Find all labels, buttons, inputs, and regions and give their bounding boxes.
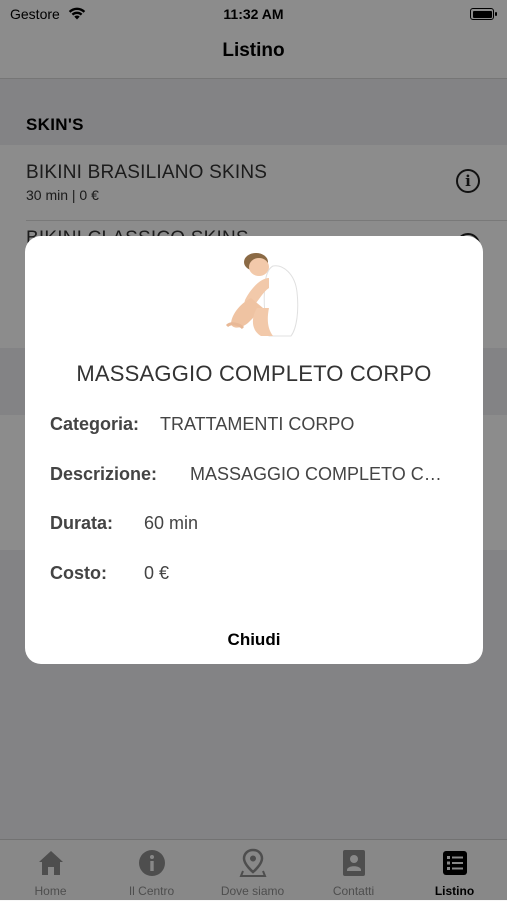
- description-value: MASSAGGIO COMPLETO CORPO: [190, 464, 445, 484]
- category-value: TRATTAMENTI CORPO: [160, 414, 355, 434]
- duration-label: Durata:: [50, 513, 114, 533]
- cost-value: 0 €: [144, 563, 170, 583]
- duration-value: 60 min: [144, 513, 199, 533]
- detail-dialog: MASSAGGIO COMPLETO CORPO Categoria: TRAT…: [25, 236, 483, 664]
- description-label: Descrizione:: [50, 464, 158, 484]
- category-label: Categoria:: [50, 414, 140, 434]
- massage-woman-photo: [225, 253, 299, 337]
- close-button[interactable]: Chiudi: [25, 630, 483, 650]
- dialog-title: MASSAGGIO COMPLETO CORPO: [76, 361, 432, 386]
- cost-label: Costo:: [50, 563, 107, 583]
